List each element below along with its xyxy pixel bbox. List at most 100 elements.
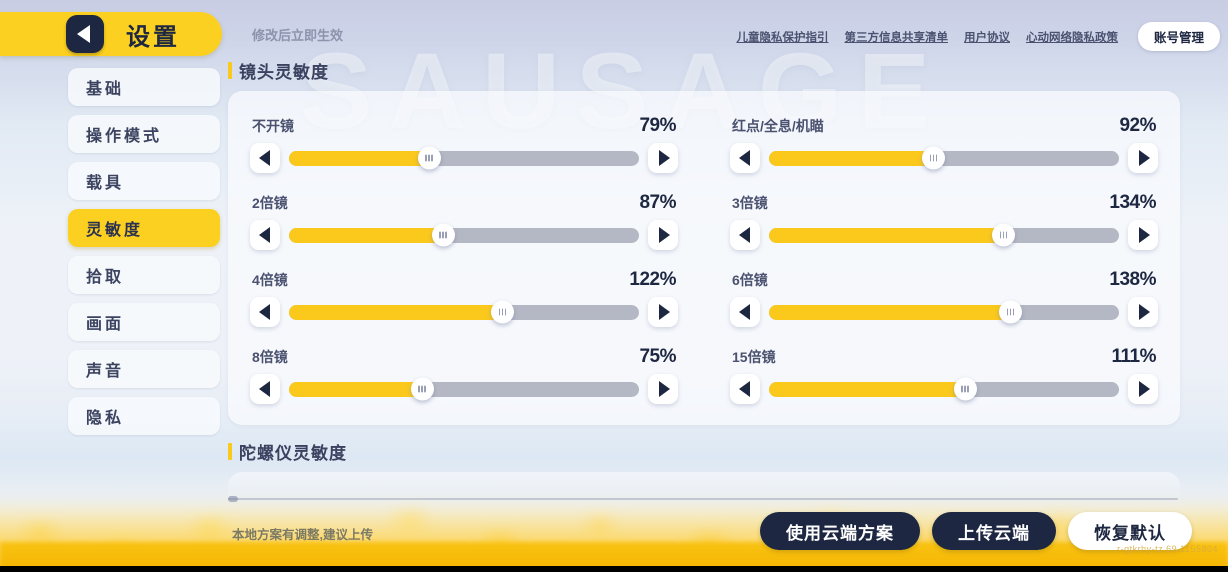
left-arrow-icon bbox=[258, 227, 270, 243]
camera-sensitivity-card: 不开镜 79% 红点/全息/机瞄 92% 2倍镜 87% 3倍镜 134% 4倍… bbox=[228, 91, 1180, 425]
slider-thumb[interactable] bbox=[953, 377, 977, 401]
right-arrow-icon bbox=[658, 381, 670, 397]
section-header-gyroscope-sensitivity: 陀螺仪灵敏度 bbox=[228, 439, 1180, 464]
account-management-button[interactable]: 账号管理 bbox=[1137, 22, 1220, 51]
sidebar-item-control-mode[interactable]: 操作模式 bbox=[68, 115, 220, 153]
slider-value: 122% bbox=[629, 269, 676, 290]
link-children-privacy[interactable]: 儿童隐私保护指引 bbox=[736, 29, 828, 45]
page-title: 设置 bbox=[126, 23, 180, 51]
link-privacy-policy[interactable]: 心动网络隐私政策 bbox=[1026, 29, 1118, 45]
slider-track[interactable] bbox=[289, 300, 639, 324]
slider-label: 15倍镜 bbox=[732, 349, 776, 365]
slider-thumb[interactable] bbox=[491, 300, 514, 324]
left-arrow-icon bbox=[258, 150, 270, 166]
sidebar-item-label: 操作模式 bbox=[86, 128, 163, 145]
increase-button[interactable] bbox=[648, 374, 678, 404]
upload-to-cloud-button[interactable]: 上传云端 bbox=[932, 512, 1056, 550]
slider-track[interactable] bbox=[769, 223, 1119, 247]
sidebar-item-label: 拾取 bbox=[86, 269, 125, 286]
scrollbar-thumb[interactable] bbox=[228, 496, 238, 502]
slider-value: 75% bbox=[639, 346, 676, 367]
slider-label: 6倍镜 bbox=[732, 272, 768, 288]
sidebar-item-basic[interactable]: 基础 bbox=[68, 68, 220, 106]
decrease-button[interactable] bbox=[250, 143, 280, 173]
slider-fill bbox=[289, 150, 429, 166]
sidebar-item-label: 画面 bbox=[86, 316, 125, 333]
increase-button[interactable] bbox=[1128, 297, 1158, 327]
slider-track[interactable] bbox=[289, 146, 639, 170]
right-arrow-icon bbox=[658, 227, 670, 243]
left-arrow-icon bbox=[738, 381, 750, 397]
slider-value: 111% bbox=[1111, 346, 1157, 367]
link-user-agreement[interactable]: 用户协议 bbox=[964, 29, 1010, 45]
system-navigation-bar bbox=[0, 566, 1228, 572]
increase-button[interactable] bbox=[648, 143, 678, 173]
slider-row-2x-scope: 2倍镜 87% bbox=[250, 184, 678, 261]
use-cloud-preset-button[interactable]: 使用云端方案 bbox=[760, 512, 920, 550]
decrease-button[interactable] bbox=[730, 374, 760, 404]
slider-track[interactable] bbox=[769, 146, 1119, 170]
decrease-button[interactable] bbox=[730, 143, 760, 173]
sidebar-item-sound[interactable]: 声音 bbox=[68, 350, 220, 388]
settings-content-panel: 镜头灵敏度 不开镜 79% 红点/全息/机瞄 92% 2倍镜 87% 3倍镜 1… bbox=[228, 58, 1180, 498]
slider-row-no-scope: 不开镜 79% bbox=[250, 107, 678, 184]
slider-thumb[interactable] bbox=[431, 223, 455, 247]
right-arrow-icon bbox=[1138, 381, 1150, 397]
local-changes-hint: 本地方案有调整,建议上传 bbox=[232, 528, 373, 542]
slider-value: 134% bbox=[1109, 192, 1156, 213]
scrollbar-track[interactable] bbox=[228, 498, 1178, 500]
right-arrow-icon bbox=[658, 150, 670, 166]
left-arrow-icon bbox=[738, 304, 750, 320]
sidebar-item-privacy[interactable]: 隐私 bbox=[68, 397, 220, 435]
slider-fill bbox=[289, 381, 422, 397]
slider-thumb[interactable] bbox=[410, 377, 434, 401]
sidebar-item-label: 载具 bbox=[86, 175, 125, 192]
increase-button[interactable] bbox=[1128, 374, 1158, 404]
slider-fill bbox=[289, 227, 443, 243]
sidebar-item-pickup[interactable]: 拾取 bbox=[68, 256, 220, 294]
left-arrow-icon bbox=[258, 304, 270, 320]
slider-track[interactable] bbox=[769, 300, 1119, 324]
slider-row-4x-scope: 4倍镜 122% bbox=[250, 261, 678, 338]
sidebar-item-vehicles[interactable]: 载具 bbox=[68, 162, 220, 200]
slider-value: 87% bbox=[639, 192, 676, 213]
decrease-button[interactable] bbox=[250, 374, 280, 404]
slider-track[interactable] bbox=[289, 223, 639, 247]
sidebar-item-label: 基础 bbox=[86, 81, 125, 98]
back-button[interactable] bbox=[66, 15, 104, 53]
left-arrow-icon bbox=[738, 227, 750, 243]
increase-button[interactable] bbox=[648, 220, 678, 250]
increase-button[interactable] bbox=[1128, 220, 1158, 250]
slider-track[interactable] bbox=[289, 377, 639, 401]
sidebar-item-display[interactable]: 画面 bbox=[68, 303, 220, 341]
slider-label: 2倍镜 bbox=[252, 195, 288, 211]
slider-track[interactable] bbox=[769, 377, 1119, 401]
slider-thumb[interactable] bbox=[992, 223, 1015, 247]
right-arrow-icon bbox=[1138, 227, 1150, 243]
link-third-party-sharing[interactable]: 第三方信息共享清单 bbox=[844, 29, 948, 45]
apply-immediately-notice: 修改后立即生效 bbox=[252, 28, 344, 43]
slider-row-6x-scope: 6倍镜 138% bbox=[730, 261, 1158, 338]
slider-value: 79% bbox=[639, 115, 676, 136]
settings-sidebar: 基础 操作模式 载具 灵敏度 拾取 画面 声音 隐私 bbox=[68, 68, 220, 435]
slider-label: 3倍镜 bbox=[732, 195, 768, 211]
slider-thumb[interactable] bbox=[999, 300, 1022, 324]
title-bar: 设置 bbox=[0, 12, 222, 56]
decrease-button[interactable] bbox=[730, 297, 760, 327]
slider-row-8x-scope: 8倍镜 75% bbox=[250, 338, 678, 415]
increase-button[interactable] bbox=[1128, 143, 1158, 173]
slider-label: 8倍镜 bbox=[252, 349, 288, 365]
sidebar-item-label: 隐私 bbox=[86, 410, 125, 427]
sidebar-item-sensitivity[interactable]: 灵敏度 bbox=[68, 209, 220, 247]
decrease-button[interactable] bbox=[250, 297, 280, 327]
horizontal-scrollbar[interactable] bbox=[228, 496, 1178, 502]
decrease-button[interactable] bbox=[250, 220, 280, 250]
gyroscope-sensitivity-card bbox=[228, 472, 1180, 498]
right-arrow-icon bbox=[1138, 150, 1150, 166]
slider-row-15x-scope: 15倍镜 111% bbox=[730, 338, 1158, 415]
slider-grid: 不开镜 79% 红点/全息/机瞄 92% 2倍镜 87% 3倍镜 134% 4倍… bbox=[250, 107, 1158, 415]
slider-thumb[interactable] bbox=[922, 146, 945, 170]
increase-button[interactable] bbox=[648, 297, 678, 327]
decrease-button[interactable] bbox=[730, 220, 760, 250]
slider-thumb[interactable] bbox=[417, 146, 441, 170]
